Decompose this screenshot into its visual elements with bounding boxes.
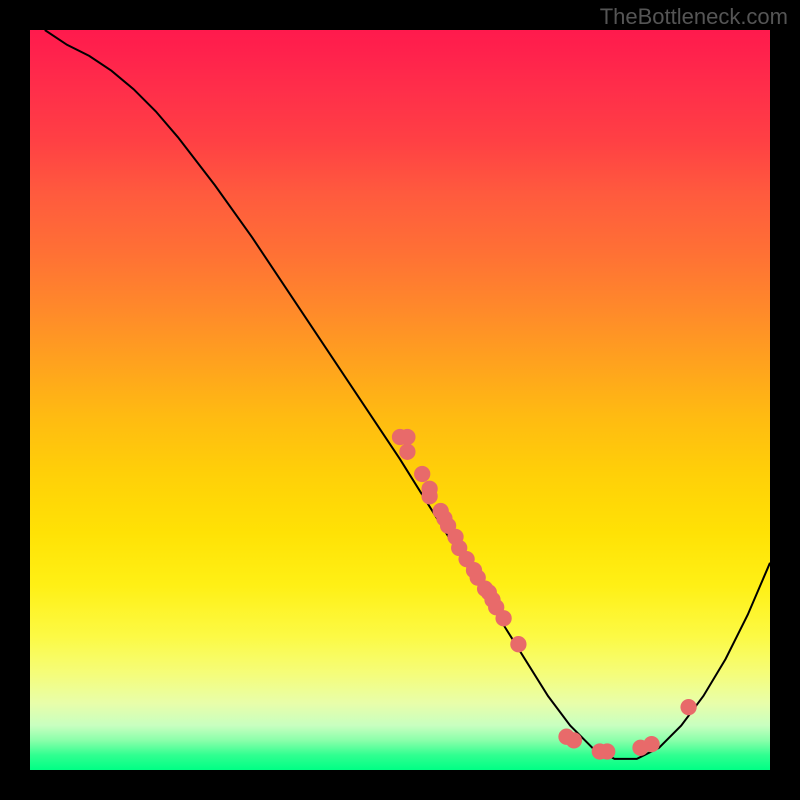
- data-point: [495, 610, 511, 626]
- watermark-text: TheBottleneck.com: [600, 4, 788, 30]
- data-point: [566, 732, 582, 748]
- data-point: [414, 466, 430, 482]
- data-point: [399, 429, 415, 445]
- data-point: [643, 736, 659, 752]
- data-point: [421, 488, 437, 504]
- data-point: [510, 636, 526, 652]
- bottleneck-curve: [45, 30, 770, 759]
- chart-svg: [30, 30, 770, 770]
- data-points-group: [392, 429, 697, 760]
- data-point: [399, 444, 415, 460]
- data-point: [680, 699, 696, 715]
- chart-plot-area: [30, 30, 770, 770]
- data-point: [599, 743, 615, 759]
